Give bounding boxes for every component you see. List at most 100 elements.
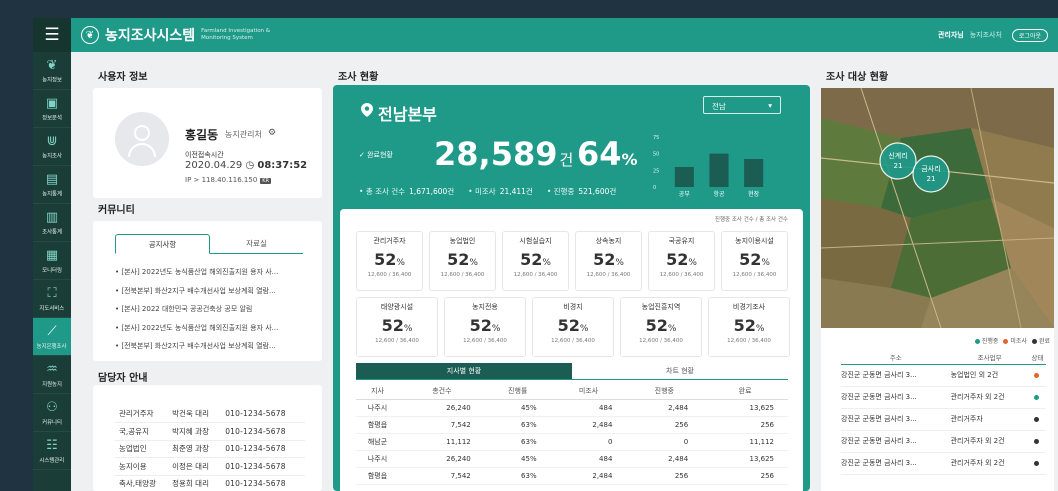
table-row[interactable]: 강진군 군동면 금사리 3... 관리거주자 외 2건 (841, 386, 1046, 409)
status-dot (1033, 372, 1039, 378)
col-header: 총건수 (399, 383, 485, 400)
category-name: 국공유지 (668, 237, 695, 245)
summary-pending-label: 미조사 (474, 187, 496, 196)
tab-branch-status[interactable]: 지사별 현황 (356, 363, 572, 379)
category-percent-value: 52 (381, 316, 404, 335)
x-tick-label: 공부 (679, 191, 691, 198)
sidebar-item-support[interactable]: ♒ 지원농지 (33, 356, 71, 394)
app-subtitle: Farmland Investigation & Monitoring Syst… (201, 28, 271, 41)
category-card[interactable]: 국공유지 52% 12,600 / 36,400 (648, 231, 715, 291)
hamburger-icon[interactable]: ☰ (33, 18, 71, 52)
monitor-chart-icon: ▣ (45, 95, 59, 111)
list-item[interactable]: • [본사] 2022년도 농식품산업 해외진출지원 용자 사... (115, 319, 307, 338)
sidebar-item-community[interactable]: ⚇ 커뮤니티 (33, 394, 71, 432)
category-name: 시험실습지 (519, 237, 552, 245)
category-card[interactable]: 태양광시설 52% 12,600 / 36,400 (356, 297, 438, 357)
category-card[interactable]: 농업법인 52% 12,600 / 36,400 (429, 231, 496, 291)
logout-button[interactable]: 로그아웃 (1011, 28, 1048, 42)
sidebar-item-system[interactable]: ☷ 시스템관리 (33, 432, 71, 470)
category-card[interactable]: 농업진흥지역 52% 12,600 / 36,400 (620, 297, 702, 357)
table-row[interactable]: 함평읍 7,542 63% 2,484 256 256 (356, 467, 788, 485)
category-card[interactable]: 농지이용시설 52% 12,600 / 36,400 (721, 231, 788, 291)
x-tick-label: 현장 (748, 190, 760, 198)
list-item[interactable]: • [전북본부] 화산2지구 배수개선사업 보상계획 열람... (115, 337, 307, 356)
manager-name: 최준영 과장 (168, 440, 222, 458)
category-card[interactable]: 비경기조사 52% 12,600 / 36,400 (708, 297, 790, 357)
map-cluster-marker[interactable] (912, 155, 950, 193)
legend-dot (974, 339, 980, 344)
summary-total: • 총 조사 건수 1,671,600건 (359, 187, 455, 196)
category-card[interactable]: 관리거주자 52% 12,600 / 36,400 (356, 231, 423, 291)
task-cell: 농업법인 외 2건 (950, 364, 1029, 387)
bar-chart-icon: ▥ (45, 209, 59, 225)
table-row[interactable]: 해남군 11,112 63% 0 0 11,112 (356, 433, 788, 451)
document-stats-icon: ▤ (45, 171, 59, 187)
category-percent: 52% (557, 316, 589, 335)
legend-dot (1003, 339, 1009, 344)
manager-phone: 010-1234-5678 (221, 440, 305, 458)
summary-total-label: 총 조사 건수 (365, 187, 406, 196)
managers-card: 관리거주자 박건욱 대리 010-1234-5678 국,공유지 박지혜 과장 010-… (93, 385, 322, 491)
col-header: 미조사 (550, 383, 627, 400)
satellite-map[interactable]: 신계리 21 금사리 21 (821, 88, 1054, 328)
people-icon: ⚇ (46, 399, 58, 415)
manager-name: 박건욱 대리 (168, 405, 222, 423)
sidebar-item-survey-stats[interactable]: ▥ 조사통계 (33, 204, 71, 242)
task-cell: 관리거주자 외 2건 (950, 430, 1029, 453)
table-row[interactable]: 강진군 군동면 금사리 3... 관리거주자 외 2건 (841, 452, 1046, 475)
col-header: 진행률 (484, 383, 551, 400)
category-card[interactable]: 시험실습지 52% 12,600 / 36,400 (502, 231, 569, 291)
server-icon: ☷ (46, 437, 58, 453)
legend-label: 미조사 (1010, 338, 1027, 345)
category-name: 농지전용 (472, 303, 498, 311)
sidebar-item-map-service[interactable]: ⛶ 지도서비스 (33, 280, 71, 318)
list-item-text: [전북본부] 화산2지구 배수개선사업 보상계획 열람... (121, 286, 276, 295)
tab-archive[interactable]: 자료실 (210, 234, 303, 253)
table-row[interactable]: 강진군 군동면 금사리 3... 관리거주자 외 2건 (841, 430, 1046, 453)
logo-icon: ❦ (81, 26, 99, 44)
list-item-text: [전북본부] 화산2지구 배수개선사업 보상계획 열람... (121, 342, 276, 350)
table-row[interactable]: 함평읍 7,542 63% 2,484 256 256 (356, 416, 788, 434)
category-percent: 52% (733, 316, 765, 335)
table-cell: 나주시 (356, 399, 400, 417)
region-select[interactable]: 전남 ▾ (703, 96, 781, 114)
sidebar-item-farmland-info[interactable]: ❦ 농지정보 (33, 52, 71, 90)
app-title: 농지조사시스템 (105, 28, 196, 44)
sidebar-item-label: 농지은행조사 (37, 342, 67, 350)
building-chart-icon: ▦ (45, 247, 59, 263)
table-row[interactable]: 강진군 군동면 금사리 3... 농업법인 외 2건 (841, 364, 1046, 387)
table-row[interactable]: 강진군 군동면 금사리 3... 관리거주자 (841, 408, 1046, 431)
tab-notice[interactable]: 공지사항 (115, 234, 210, 254)
location-pin-icon (361, 103, 373, 117)
table-cell: 7,542 (399, 416, 485, 434)
category-card[interactable]: 농지전용 52% 12,600 / 36,400 (444, 297, 526, 357)
category-ratio: 12,600 / 36,400 (659, 272, 704, 278)
sidebar-item-bank-survey[interactable]: ⟋ 농지은행조사 (33, 318, 71, 356)
table-row: 국,공유지 박지혜 과장 010-1234-5678 (115, 422, 305, 441)
manager-task: 축사,태양광 (115, 475, 169, 491)
profile-card: 홍길동 농지관리처 ⚙ 이전접속시간 2020.04.29 ◷ 08:37:52… (93, 88, 322, 198)
table-cell: 함평읍 (356, 467, 400, 485)
list-item[interactable]: • [본사] 2022년도 농식품산업 해외진출지원 용자 사... (115, 263, 307, 282)
sidebar-item-monitoring[interactable]: ▦ 모니터링 (33, 242, 71, 280)
list-item[interactable]: • [전북본부] 화산2지구 배수개선사업 보상계획 열람... (115, 282, 307, 301)
sidebar-item-label: 농지정보 (42, 76, 62, 84)
gear-icon[interactable]: ⚙ (268, 128, 276, 138)
category-ratio: 12,600 / 36,400 (463, 338, 507, 344)
sidebar-item-analysis[interactable]: ▣ 정보분석 (33, 90, 71, 128)
address-cell: 강진군 군동면 금사리 3... (841, 430, 951, 453)
status-dot (1033, 416, 1039, 422)
map-cluster-marker[interactable] (879, 142, 917, 180)
category-name: 농업법인 (449, 237, 476, 245)
table-cell: 256 (702, 467, 788, 485)
table-row[interactable]: 나주시 26,240 45% 484 2,484 13,625 (356, 399, 788, 417)
table-row[interactable]: 나주시 26,240 45% 484 2,484 13,625 (356, 450, 788, 468)
sidebar-item-farm-stats[interactable]: ▤ 농지통계 (33, 166, 71, 204)
category-card[interactable]: 비경지 52% 12,600 / 36,400 (532, 297, 614, 357)
sidebar-item-survey[interactable]: ⋓ 농지조사 (33, 128, 71, 166)
status-section-title: 조사 현황 (338, 72, 379, 83)
list-item[interactable]: • [본사] 2022 대한민국 공공건축상 공모 알림 (115, 300, 307, 319)
category-card[interactable]: 상속농지 52% 12,600 / 36,400 (575, 231, 642, 291)
tab-chart-status[interactable]: 차트 현황 (572, 363, 788, 379)
col-header: 상태 (1028, 350, 1046, 365)
